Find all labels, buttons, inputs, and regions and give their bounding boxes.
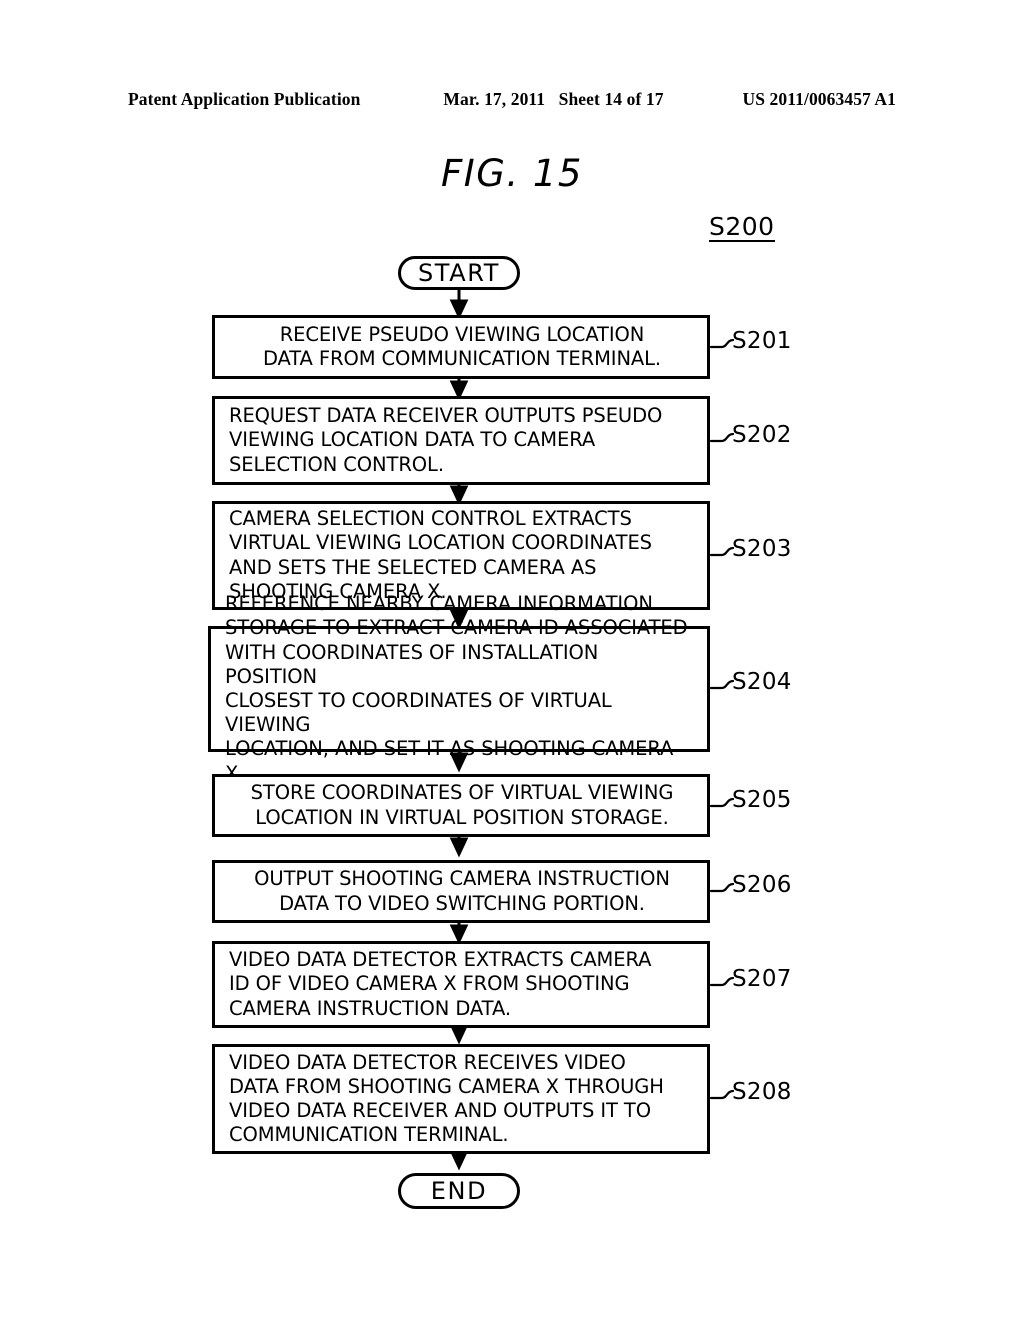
flow-step-s205-text: STORE COORDINATES OF VIRTUAL VIEWING LOC… <box>250 781 674 829</box>
flow-step-s202: REQUEST DATA RECEIVER OUTPUTS PSEUDO VIE… <box>212 396 710 485</box>
flow-step-s205-ref: S205 <box>732 787 792 813</box>
flow-step-s202-text: REQUEST DATA RECEIVER OUTPUTS PSEUDO VIE… <box>229 404 663 476</box>
flow-step-s201: RECEIVE PSEUDO VIEWING LOCATION DATA FRO… <box>212 315 710 379</box>
flow-step-s203-text: CAMERA SELECTION CONTROL EXTRACTS VIRTUA… <box>229 507 652 603</box>
flow-start-terminator: START <box>398 256 520 290</box>
flow-step-s204-ref: S204 <box>732 669 792 695</box>
flow-step-s206-text: OUTPUT SHOOTING CAMERA INSTRUCTION DATA … <box>254 867 670 915</box>
flow-end-label: END <box>430 1177 488 1205</box>
flow-step-s207-ref: S207 <box>732 966 792 992</box>
flow-step-s202-ref: S202 <box>732 422 792 448</box>
flow-step-s207-text: VIDEO DATA DETECTOR EXTRACTS CAMERA ID O… <box>229 948 652 1020</box>
flow-step-s204: REFERENCE NEARBY CAMERA INFORMATION STOR… <box>208 592 710 785</box>
flow-step-s201-ref: S201 <box>732 328 792 354</box>
flow-step-s206-ref: S206 <box>732 872 792 898</box>
flow-step-s201-text: RECEIVE PSEUDO VIEWING LOCATION DATA FRO… <box>262 322 662 370</box>
flow-step-s207: VIDEO DATA DETECTOR EXTRACTS CAMERA ID O… <box>212 941 710 1028</box>
flow-step-s204-text: REFERENCE NEARBY CAMERA INFORMATION STOR… <box>225 592 688 784</box>
flowchart: START RECEIVE PSEUDO VIEWING LOCATION DA… <box>0 0 1024 1320</box>
flow-step-s208-ref: S208 <box>732 1079 792 1105</box>
flow-step-s208-text: VIDEO DATA DETECTOR RECEIVES VIDEO DATA … <box>229 1050 664 1147</box>
flow-step-s205: STORE COORDINATES OF VIRTUAL VIEWING LOC… <box>212 774 710 837</box>
flow-end-terminator: END <box>398 1173 520 1209</box>
flow-start-label: START <box>417 259 501 287</box>
flow-step-s208: VIDEO DATA DETECTOR RECEIVES VIDEO DATA … <box>212 1044 710 1154</box>
flow-step-s206: OUTPUT SHOOTING CAMERA INSTRUCTION DATA … <box>212 860 710 923</box>
flow-step-s203-ref: S203 <box>732 536 792 562</box>
